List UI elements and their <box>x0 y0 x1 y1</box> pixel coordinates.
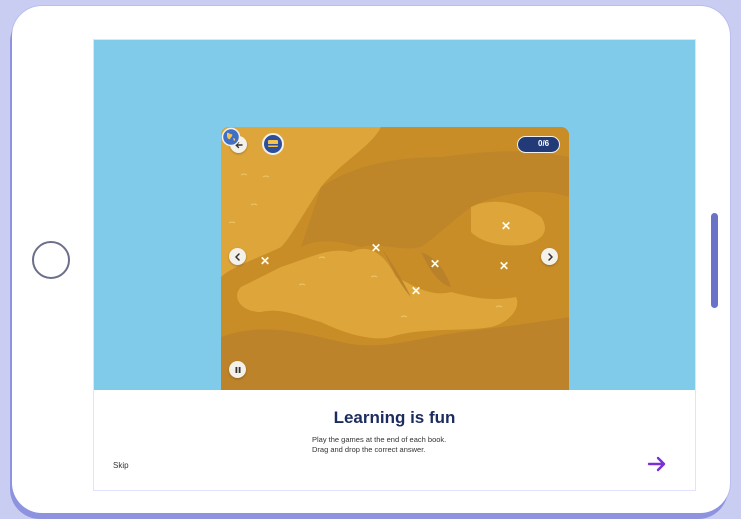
chevron-left-icon <box>234 252 240 261</box>
next-arrow-button[interactable] <box>646 455 668 473</box>
skip-button[interactable]: Skip <box>113 461 129 470</box>
globe-icon <box>221 127 241 147</box>
side-button[interactable] <box>711 213 718 308</box>
drop-target-marker[interactable]: ✕ <box>430 258 440 270</box>
book-button[interactable] <box>262 133 284 155</box>
drop-target-marker[interactable]: ✕ <box>501 220 511 232</box>
page-title: Learning is fun <box>333 408 456 427</box>
pause-icon <box>235 366 240 373</box>
map-game-panel[interactable]: 0/6 ✕ ✕ ✕ ✕ ✕ ✕ <box>221 127 569 390</box>
europe-map <box>221 127 569 390</box>
book-icon <box>268 140 278 147</box>
drop-target-marker[interactable]: ✕ <box>260 255 270 267</box>
chevron-right-icon <box>547 252 553 261</box>
arrow-right-icon <box>647 456 666 472</box>
app-screen: 0/6 ✕ ✕ ✕ ✕ ✕ ✕ Learning is fun Play the… <box>93 39 696 491</box>
description-line: Play the games at the end of each book. <box>312 435 447 444</box>
score-badge: 0/6 <box>517 136 560 153</box>
home-button[interactable] <box>32 241 70 279</box>
description-line: Drag and drop the correct answer. <box>312 445 426 454</box>
drop-target-marker[interactable]: ✕ <box>411 285 421 297</box>
score-text: 0/6 <box>538 139 550 148</box>
drop-target-marker[interactable]: ✕ <box>499 260 509 272</box>
drop-target-marker[interactable]: ✕ <box>371 242 381 254</box>
next-map-button[interactable] <box>541 248 558 265</box>
pause-button[interactable] <box>229 361 246 378</box>
description: Play the games at the end of each book. … <box>312 435 446 455</box>
prev-map-button[interactable] <box>229 248 246 265</box>
